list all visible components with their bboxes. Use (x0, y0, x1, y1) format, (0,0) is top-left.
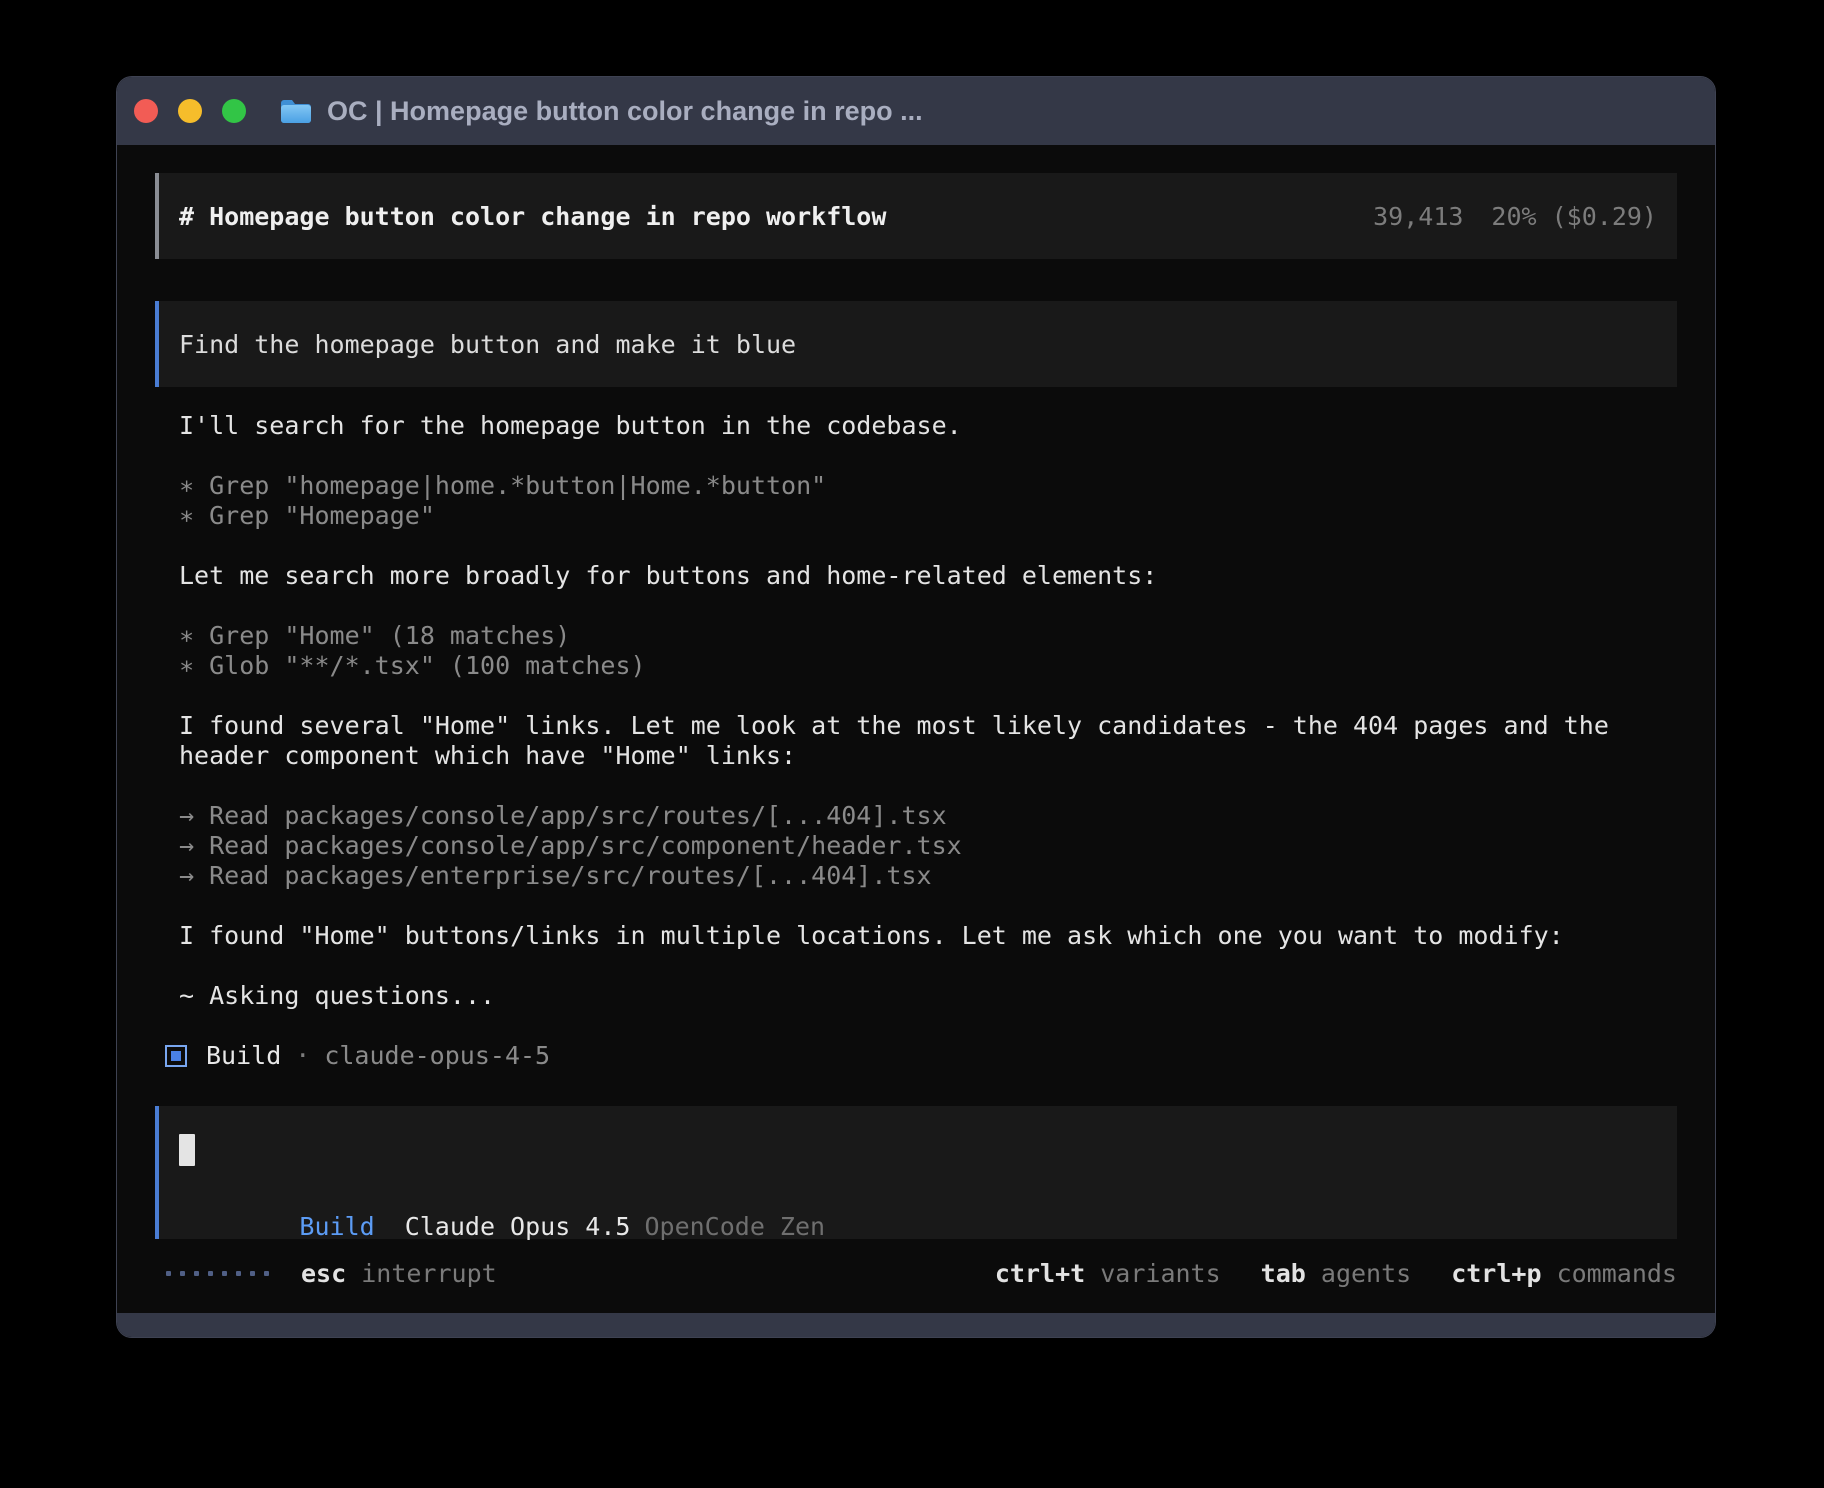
text-line: ~ Asking questions... (179, 981, 1677, 1011)
input-provider: OpenCode Zen (644, 1212, 825, 1241)
traffic-lights (134, 99, 246, 123)
tool-line: ∗ Grep "Home" (18 matches) (179, 621, 1677, 651)
terminal-content: # Homepage button color change in repo w… (117, 145, 1715, 1313)
blank-line (179, 1011, 1677, 1041)
window-footer (117, 1313, 1715, 1337)
hint-variants: ctrl+t variants (995, 1259, 1221, 1288)
model-status-line: BuildClaude Opus 4.5OpenCode Zen (179, 1182, 1657, 1212)
user-message-text: Find the homepage button and make it blu… (179, 330, 796, 359)
prompt-input[interactable]: Build Claude Opus 4.5 OpenCode Zen (155, 1106, 1677, 1239)
blank-line (179, 771, 1677, 801)
tool-line: → Read packages/console/app/src/componen… (179, 831, 1677, 861)
folder-icon (279, 97, 313, 125)
shortcut-hints: ctrl+t variants tab agents ctrl+p comman… (995, 1259, 1677, 1288)
session-header: # Homepage button color change in repo w… (155, 173, 1677, 259)
agent-name: Build (206, 1041, 281, 1071)
window-title: OC | Homepage button color change in rep… (327, 96, 923, 127)
esc-key: esc (301, 1259, 346, 1288)
zoom-button[interactable] (222, 99, 246, 123)
context-usage: 20% ($0.29) (1491, 202, 1657, 231)
session-title: # Homepage button color change in repo w… (179, 202, 886, 231)
tab-key: tab (1261, 1259, 1306, 1288)
dot-separator: · (295, 1041, 310, 1071)
ctrl-t-key: ctrl+t (995, 1259, 1085, 1288)
token-count: 39,413 (1373, 202, 1463, 231)
tool-line: ∗ Grep "Homepage" (179, 501, 1677, 531)
hint-commands: ctrl+p commands (1451, 1259, 1677, 1288)
text-line: Let me search more broadly for buttons a… (179, 561, 1677, 591)
tool-line: → Read packages/enterprise/src/routes/[.… (179, 861, 1677, 891)
variants-label: variants (1100, 1259, 1220, 1288)
agent-badge-icon (165, 1045, 187, 1067)
text-line: I found several "Home" links. Let me loo… (179, 711, 1677, 741)
blank-line (179, 891, 1677, 921)
commands-label: commands (1557, 1259, 1677, 1288)
text-cursor (179, 1134, 195, 1166)
agent-status-line: Build · claude-opus-4-5 (155, 1041, 1677, 1071)
blank-line (179, 681, 1677, 711)
blank-line (179, 441, 1677, 471)
blank-line (179, 951, 1677, 981)
hint-agents: tab agents (1261, 1259, 1412, 1288)
status-bar: esc interrupt ctrl+t variants tab agents… (155, 1258, 1677, 1288)
terminal-body: I'll search for the homepage button in t… (155, 411, 1677, 1041)
session-stats: 39,413 20% ($0.29) (1373, 202, 1657, 231)
input-model: Claude Opus 4.5 (405, 1212, 631, 1241)
window-titlebar[interactable]: OC | Homepage button color change in rep… (117, 77, 1715, 145)
tool-line: ∗ Grep "homepage|home.*button|Home.*butt… (179, 471, 1677, 501)
input-agent: Build (299, 1212, 374, 1241)
tool-line: ∗ Glob "**/*.tsx" (100 matches) (179, 651, 1677, 681)
text-line: header component which have "Home" links… (179, 741, 1677, 771)
blank-line (179, 591, 1677, 621)
text-line: I found "Home" buttons/links in multiple… (179, 921, 1677, 951)
hint-interrupt: esc interrupt (301, 1259, 497, 1288)
text-line: I'll search for the homepage button in t… (179, 411, 1677, 441)
user-message: Find the homepage button and make it blu… (155, 301, 1677, 387)
activity-dots-icon (166, 1271, 269, 1276)
agent-model: claude-opus-4-5 (324, 1041, 550, 1071)
minimize-button[interactable] (178, 99, 202, 123)
terminal-window: OC | Homepage button color change in rep… (116, 76, 1716, 1338)
esc-label: interrupt (361, 1259, 496, 1288)
ctrl-p-key: ctrl+p (1451, 1259, 1541, 1288)
blank-line (179, 531, 1677, 561)
agents-label: agents (1321, 1259, 1411, 1288)
close-button[interactable] (134, 99, 158, 123)
tool-line: → Read packages/console/app/src/routes/[… (179, 801, 1677, 831)
